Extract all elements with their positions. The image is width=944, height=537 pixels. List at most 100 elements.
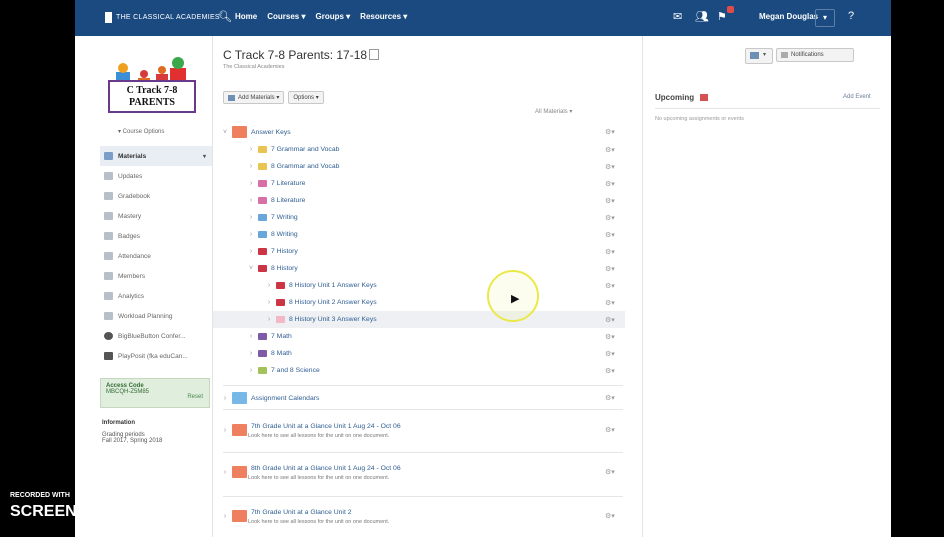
chevron-right-icon[interactable]: › bbox=[247, 333, 255, 340]
material-folder-row[interactable]: › 8 History Unit 2 Answer Keys ⚙▾ bbox=[213, 294, 625, 311]
chevron-right-icon[interactable]: › bbox=[265, 282, 273, 289]
nav-groups[interactable]: Groups ▾ bbox=[315, 12, 350, 21]
material-folder-row[interactable]: › 8 Literature ⚙▾ bbox=[213, 192, 625, 209]
gear-icon[interactable]: ⚙▾ bbox=[605, 367, 615, 375]
user-name[interactable]: Megan Douglas bbox=[759, 12, 818, 21]
chevron-right-icon[interactable]: › bbox=[221, 513, 229, 520]
chevron-down-icon[interactable]: ˅ bbox=[221, 129, 229, 136]
material-folder-row[interactable]: › 7th Grade Unit at a Glance Unit 2 Look h… bbox=[213, 506, 625, 526]
nav-courses[interactable]: Courses ▾ bbox=[267, 12, 305, 21]
options-button[interactable]: Options ▾ bbox=[288, 91, 324, 104]
gear-icon[interactable]: ⚙▾ bbox=[605, 128, 615, 136]
help-icon[interactable]: ? bbox=[848, 10, 854, 22]
folder-title-link[interactable]: 8 Writing bbox=[271, 231, 298, 238]
gear-icon[interactable]: ⚙▾ bbox=[605, 197, 615, 205]
gear-icon[interactable]: ⚙▾ bbox=[605, 468, 615, 476]
chevron-right-icon[interactable]: › bbox=[247, 350, 255, 357]
chevron-right-icon[interactable]: › bbox=[247, 146, 255, 153]
gear-icon[interactable]: ⚙▾ bbox=[605, 180, 615, 188]
folder-title-link[interactable]: Answer Keys bbox=[251, 129, 291, 136]
all-materials-filter[interactable]: All Materials ▾ bbox=[535, 108, 572, 115]
chevron-right-icon[interactable]: › bbox=[221, 469, 229, 476]
material-folder-row[interactable]: › 8 Math ⚙▾ bbox=[213, 345, 625, 362]
folder-title-link[interactable]: 8 History bbox=[271, 265, 298, 272]
folder-title-link[interactable]: 8 History Unit 3 Answer Keys bbox=[289, 316, 377, 323]
folder-title-link[interactable]: 8 Math bbox=[271, 350, 292, 357]
gear-icon[interactable]: ⚙▾ bbox=[605, 333, 615, 341]
chevron-right-icon[interactable]: › bbox=[247, 248, 255, 255]
chevron-right-icon[interactable]: › bbox=[247, 214, 255, 221]
gear-icon[interactable]: ⚙▾ bbox=[605, 231, 615, 239]
folder-title-link[interactable]: 8 Grammar and Vocab bbox=[271, 163, 339, 170]
course-info-icon[interactable] bbox=[369, 49, 380, 60]
material-folder-row[interactable]: › 7 Grammar and Vocab ⚙▾ bbox=[213, 141, 625, 158]
material-folder-row[interactable]: › Assignment Calendars ⚙▾ bbox=[213, 388, 625, 408]
material-folder-row[interactable]: › 8 History Unit 3 Answer Keys ⚙▾ bbox=[213, 311, 625, 328]
add-event-link[interactable]: Add Event bbox=[843, 94, 871, 100]
folder-title-link[interactable]: Assignment Calendars bbox=[251, 395, 319, 402]
material-folder-row[interactable]: ˅ Answer Keys ⚙▾ bbox=[213, 122, 625, 142]
nav-resources[interactable]: Resources ▾ bbox=[360, 12, 407, 21]
messages-icon[interactable]: ✉︎ bbox=[673, 10, 682, 23]
folder-title-link[interactable]: 8th Grade Unit at a Glance Unit 1 Aug 24… bbox=[251, 465, 401, 472]
gear-icon[interactable]: ⚙▾ bbox=[605, 316, 615, 324]
material-folder-row[interactable]: › 8 History Unit 1 Answer Keys ⚙▾ bbox=[213, 277, 625, 294]
folder-title-link[interactable]: 7th Grade Unit at a Glance Unit 1 Aug 24… bbox=[251, 423, 401, 430]
sidebar-item-members[interactable]: Members bbox=[100, 266, 212, 286]
sidebar-item-badges[interactable]: Badges bbox=[100, 226, 212, 246]
calendar-icon[interactable] bbox=[700, 94, 709, 101]
gear-icon[interactable]: ⚙▾ bbox=[605, 512, 615, 520]
material-folder-row[interactable]: › 7 Literature ⚙▾ bbox=[213, 175, 625, 192]
material-folder-row[interactable]: › 7 Writing ⚙▾ bbox=[213, 209, 625, 226]
gear-icon[interactable]: ⚙▾ bbox=[605, 265, 615, 273]
chevron-right-icon[interactable]: › bbox=[265, 299, 273, 306]
folder-title-link[interactable]: 7 Math bbox=[271, 333, 292, 340]
notifications-bell-icon[interactable]: ⚑︎ bbox=[717, 10, 727, 23]
gear-icon[interactable]: ⚙▾ bbox=[605, 146, 615, 154]
chevron-right-icon[interactable]: › bbox=[247, 197, 255, 204]
chevron-right-icon[interactable]: › bbox=[221, 427, 229, 434]
chevron-right-icon[interactable]: › bbox=[221, 395, 229, 402]
material-folder-row[interactable]: › 7 and 8 Science ⚙▾ bbox=[213, 362, 625, 379]
folder-title-link[interactable]: 8 History Unit 1 Answer Keys bbox=[289, 282, 377, 289]
material-folder-row[interactable]: › 7 History ⚙▾ bbox=[213, 243, 625, 260]
folder-title-link[interactable]: 7 Literature bbox=[271, 180, 305, 187]
chevron-right-icon[interactable]: › bbox=[265, 316, 273, 323]
gear-icon[interactable]: ⚙▾ bbox=[605, 163, 615, 171]
chevron-right-icon[interactable]: › bbox=[247, 231, 255, 238]
sidebar-item-gradebook[interactable]: Gradebook bbox=[100, 186, 212, 206]
material-folder-row[interactable]: › 8 Grammar and Vocab ⚙▾ bbox=[213, 158, 625, 175]
search-icon[interactable]: 🔍︎ bbox=[218, 10, 232, 23]
school-logo[interactable]: THE CLASSICAL ACADEMIES bbox=[105, 12, 220, 23]
gear-icon[interactable]: ⚙▾ bbox=[605, 214, 615, 222]
folder-title-link[interactable]: 7 Writing bbox=[271, 214, 298, 221]
sidebar-item-analytics[interactable]: Analytics bbox=[100, 286, 212, 306]
add-materials-button[interactable]: Add Materials ▾ bbox=[223, 91, 285, 104]
connections-icon[interactable]: 👥︎ bbox=[695, 10, 709, 23]
material-folder-row[interactable]: › 7 Math ⚙▾ bbox=[213, 328, 625, 345]
organization-name[interactable]: The Classical Academies bbox=[223, 64, 284, 70]
chevron-down-icon[interactable]: ˅ bbox=[247, 265, 255, 272]
access-code-reset-link[interactable]: Reset bbox=[187, 394, 203, 400]
sidebar-item-bigbluebutton[interactable]: BigBlueButton Confer... bbox=[100, 326, 212, 346]
material-folder-row[interactable]: ˅ 8 History ⚙▾ bbox=[213, 260, 625, 277]
gear-icon[interactable]: ⚙▾ bbox=[605, 282, 615, 290]
sidebar-item-workload-planning[interactable]: Workload Planning bbox=[100, 306, 212, 326]
chevron-right-icon[interactable]: › bbox=[247, 163, 255, 170]
sidebar-item-attendance[interactable]: Attendance bbox=[100, 246, 212, 266]
folder-title-link[interactable]: 8 Literature bbox=[271, 197, 305, 204]
nav-home[interactable]: Home bbox=[235, 12, 257, 21]
folder-title-link[interactable]: 8 History Unit 2 Answer Keys bbox=[289, 299, 377, 306]
sidebar-item-materials[interactable]: Materials ▾ bbox=[100, 146, 212, 166]
material-folder-row[interactable]: › 7th Grade Unit at a Glance Unit 1 Aug 2… bbox=[213, 420, 625, 440]
course-options-link[interactable]: ▾ Course Options bbox=[118, 128, 164, 135]
notifications-button[interactable]: Notifications bbox=[776, 48, 854, 62]
gear-icon[interactable]: ⚙▾ bbox=[605, 299, 615, 307]
folder-title-link[interactable]: 7 Grammar and Vocab bbox=[271, 146, 339, 153]
folder-title-link[interactable]: 7th Grade Unit at a Glance Unit 2 bbox=[251, 509, 352, 516]
chevron-right-icon[interactable]: › bbox=[247, 180, 255, 187]
view-toggle-button[interactable]: ▾ bbox=[745, 48, 773, 64]
user-menu-dropdown[interactable]: ▾ bbox=[815, 9, 835, 27]
sidebar-item-updates[interactable]: Updates bbox=[100, 166, 212, 186]
gear-icon[interactable]: ⚙▾ bbox=[605, 394, 615, 402]
